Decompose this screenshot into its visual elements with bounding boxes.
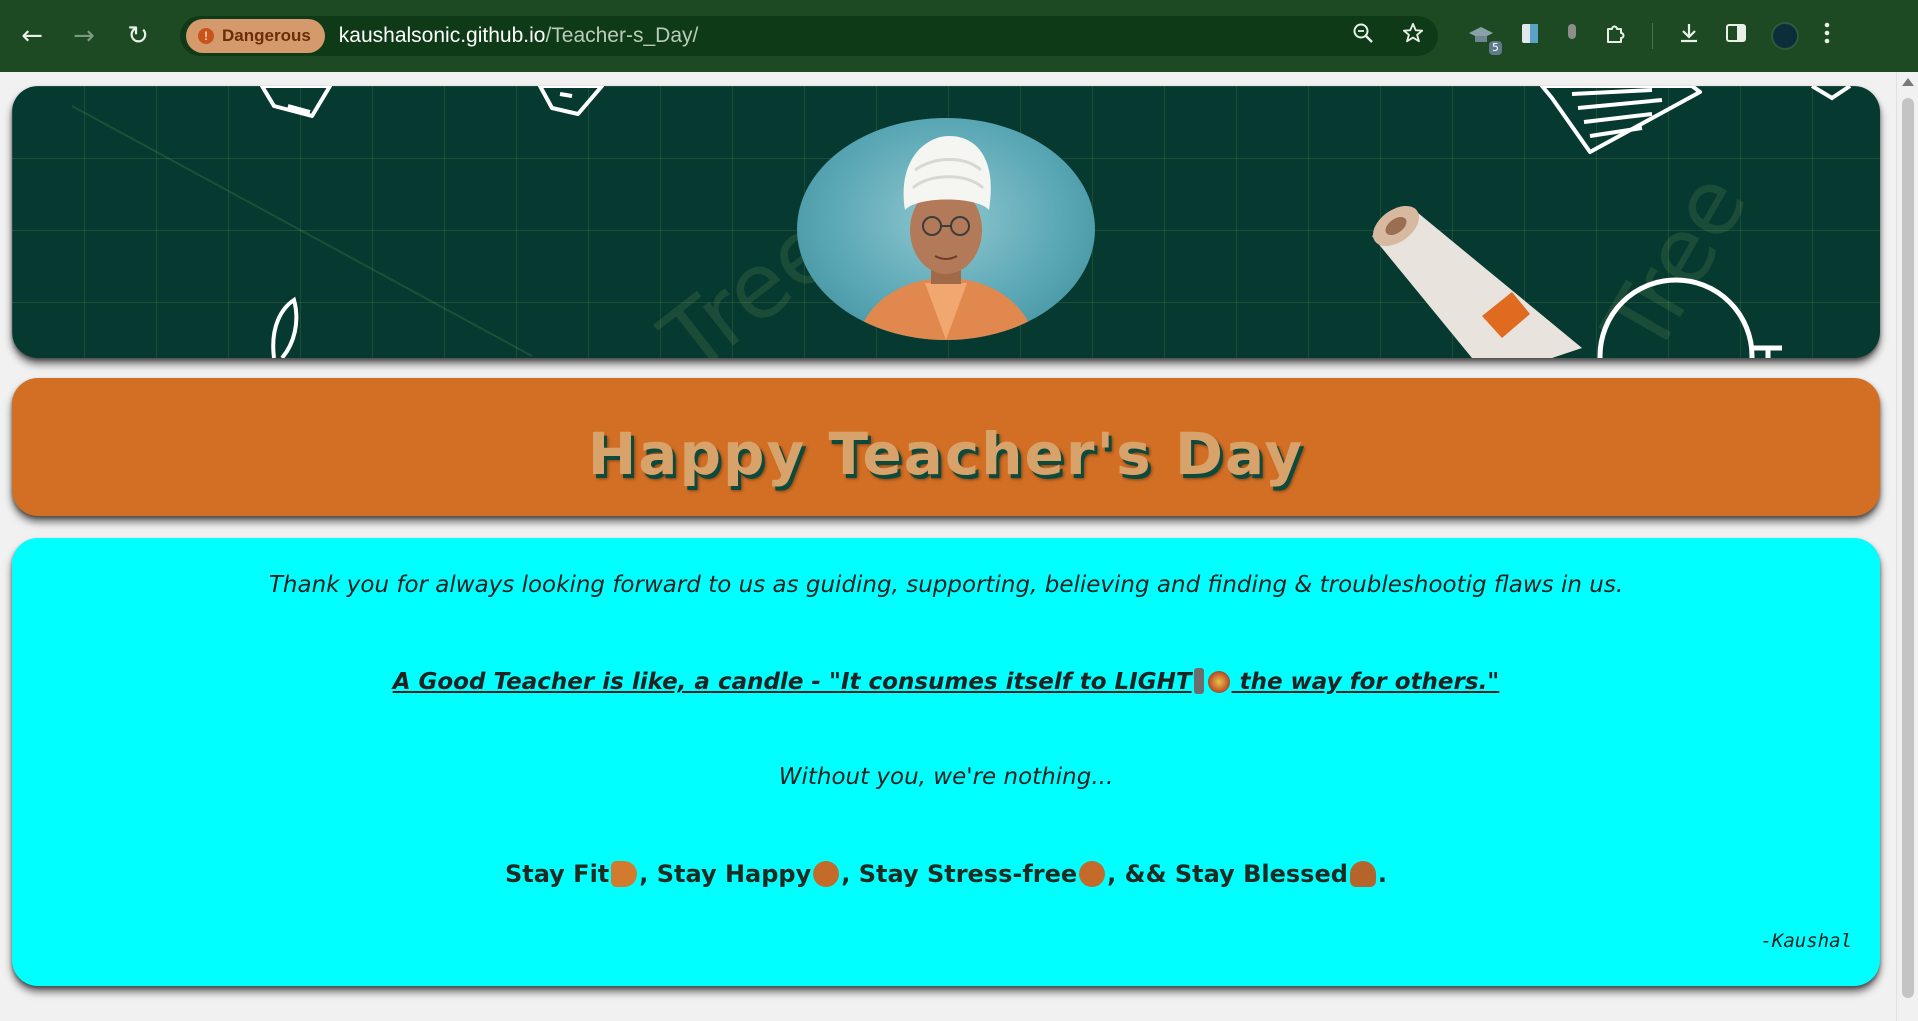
arrow-left-icon: ← — [21, 21, 43, 51]
clipboard-extension-button[interactable] — [1520, 21, 1540, 51]
puzzle-icon — [1607, 25, 1625, 43]
banner-card: Tree Tree — [12, 86, 1880, 358]
wish-blessed: , && Stay Blessed — [1107, 860, 1348, 888]
wish-fit: Stay Fit — [504, 860, 610, 888]
mic-extension-button[interactable] — [1564, 21, 1580, 51]
leaf-doodle — [271, 296, 299, 358]
wish-stress-free: , Stay Stress-free — [841, 860, 1078, 888]
security-chip-label: Dangerous — [222, 26, 311, 45]
title-card: Happy Teacher's Day — [12, 378, 1880, 516]
without-you-message: Without you, we're nothing... — [778, 764, 1114, 790]
extension-count-badge: 5 — [1489, 41, 1502, 55]
download-icon — [1681, 24, 1697, 43]
browser-toolbar: ← → ↻ ! Dangerous kaushalsonic.github.io… — [0, 0, 1918, 72]
page-viewport: Tree Tree Happy Teacher's Day Thank you … — [0, 72, 1896, 1021]
candle-quote: A Good Teacher is like, a candle - "It c… — [12, 668, 1880, 695]
address-bar[interactable]: ! Dangerous kaushalsonic.github.io/Teach… — [180, 16, 1438, 56]
wish-happy: , Stay Happy — [639, 860, 812, 888]
security-chip[interactable]: ! Dangerous — [186, 19, 325, 53]
flexed-biceps-icon — [611, 861, 638, 887]
url-path: /Teacher-s_Day/ — [545, 24, 699, 47]
signature: -Kaushal — [1760, 930, 1852, 952]
book-doodle — [260, 86, 332, 118]
toolbar-separator — [1652, 23, 1653, 49]
forward-button[interactable]: → — [64, 16, 104, 56]
message-card: Thank you for always looking forward to … — [12, 538, 1880, 986]
page-scrollbar[interactable] — [1896, 72, 1918, 1021]
star-icon[interactable] — [1402, 22, 1424, 50]
extensions-button[interactable] — [1604, 21, 1628, 51]
grinning-face-icon — [813, 861, 840, 887]
candle-icon — [1193, 668, 1204, 694]
download-button[interactable] — [1677, 21, 1701, 51]
zoom-icon[interactable] — [1352, 22, 1374, 50]
extension-graduation-button[interactable]: 5 — [1466, 21, 1502, 55]
calculator-doodle — [538, 86, 604, 116]
scroll-doodle — [1372, 205, 1582, 358]
scrollbar-thumb[interactable] — [1902, 98, 1914, 998]
reload-button[interactable]: ↻ — [118, 16, 158, 56]
side-panel-button[interactable] — [1725, 22, 1747, 50]
quote-part-1: A Good Teacher is like, a candle - "It c… — [392, 669, 1192, 695]
profile-avatar[interactable] — [1771, 22, 1799, 50]
clipboard-icon — [1522, 24, 1538, 43]
back-button[interactable]: ← — [12, 16, 52, 56]
quote-part-2: the way for others." — [1231, 669, 1500, 695]
folded-hands-icon — [1349, 861, 1376, 887]
sparkle-icon — [1207, 671, 1230, 693]
warning-icon: ! — [198, 28, 214, 44]
mic-icon — [1568, 24, 1576, 39]
wish-end: . — [1377, 860, 1388, 888]
halo-face-icon — [1079, 861, 1106, 887]
url-host: kaushalsonic.github.io — [338, 24, 546, 47]
reload-icon: ↻ — [127, 21, 149, 51]
notebook-doodle — [1540, 86, 1702, 154]
teacher-portrait — [797, 118, 1095, 340]
portrait-image — [857, 136, 1035, 340]
wishes-line: Stay Fit , Stay Happy , Stay Stress-free , … — [12, 860, 1880, 888]
arrow-right-icon: → — [73, 21, 95, 51]
url-text[interactable]: kaushalsonic.github.io/Teacher-s_Day/ — [339, 24, 699, 48]
menu-button[interactable] — [1823, 21, 1831, 51]
scroll-up-arrow-icon[interactable] — [1902, 78, 1914, 86]
svg-text:Tree: Tree — [1583, 156, 1768, 358]
thanks-message: Thank you for always looking forward to … — [268, 572, 1624, 598]
kebab-menu-icon — [1824, 22, 1830, 44]
page-title: Happy Teacher's Day — [587, 420, 1305, 488]
side-panel-icon — [1726, 24, 1746, 42]
